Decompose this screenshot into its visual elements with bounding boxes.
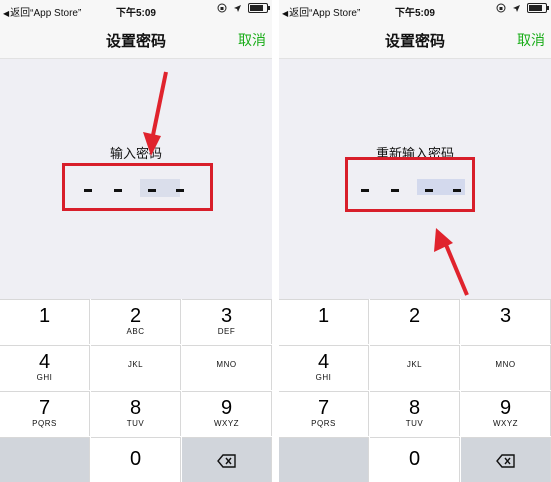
- status-icons: [493, 3, 549, 17]
- key-letters: TUV: [405, 419, 424, 428]
- key-8[interactable]: 8 TUV: [370, 391, 460, 436]
- key-digit: 2: [408, 305, 421, 327]
- key-digit: 0: [408, 448, 421, 470]
- key-blank: [279, 437, 369, 482]
- navigation-bar: 设置密码 取消: [0, 20, 272, 59]
- location-arrow-icon: [513, 4, 521, 12]
- key-letters: MNO: [495, 360, 516, 369]
- rotation-lock-icon: [496, 3, 506, 13]
- highlight-box: [345, 157, 475, 212]
- passcode-prompt: 输入密码: [109, 146, 162, 161]
- key-9[interactable]: 9 WXYZ: [182, 391, 272, 436]
- key-5[interactable]: JKL: [370, 345, 460, 390]
- highlight-box: [62, 163, 213, 211]
- key-digit: 7: [38, 397, 51, 419]
- key-letters: PQRS: [311, 419, 336, 428]
- passcode-area: 输入密码: [0, 59, 272, 299]
- key-letters: JKL: [127, 360, 144, 369]
- passcode-area: 重新输入密码: [279, 59, 551, 299]
- status-bar: ◀返回“App Store” 下午5:09: [279, 0, 551, 20]
- key-2[interactable]: 2: [370, 299, 460, 344]
- key-7[interactable]: 7 PQRS: [279, 391, 369, 436]
- key-digit: 2: [129, 305, 142, 327]
- key-letters: WXYZ: [213, 419, 240, 428]
- key-letters: TUV: [126, 419, 145, 428]
- key-digit: 9: [499, 397, 512, 419]
- key-digit: 3: [220, 305, 233, 327]
- key-3[interactable]: 3 DEF: [182, 299, 272, 344]
- key-1[interactable]: 1: [0, 299, 90, 344]
- key-blank: [0, 437, 90, 482]
- key-digit: 0: [129, 448, 142, 470]
- key-digit: 4: [38, 351, 51, 373]
- delete-button[interactable]: [182, 437, 272, 482]
- key-letters: GHI: [36, 373, 53, 382]
- key-letters: ABC: [126, 327, 145, 336]
- key-2[interactable]: 2 ABC: [91, 299, 181, 344]
- navigation-bar: 设置密码 取消: [279, 20, 551, 59]
- status-icons: [214, 3, 270, 17]
- key-9[interactable]: 9 WXYZ: [461, 391, 551, 436]
- numeric-keypad: 1 2 3 4 GHI JKL MNO 7 PQRS 8 TUV 9 WXYZ 0: [279, 299, 551, 482]
- key-digit: 1: [38, 305, 51, 327]
- page-title: 设置密码: [384, 33, 445, 50]
- delete-button[interactable]: [461, 437, 551, 482]
- key-digit: 8: [408, 397, 421, 419]
- key-7[interactable]: 7 PQRS: [0, 391, 90, 436]
- location-arrow-icon: [234, 4, 242, 12]
- battery-icon: [527, 3, 549, 14]
- key-digit: 9: [220, 397, 233, 419]
- key-5[interactable]: JKL: [91, 345, 181, 390]
- key-letters: MNO: [216, 360, 237, 369]
- key-0[interactable]: 0: [91, 437, 181, 482]
- key-letters: JKL: [406, 360, 423, 369]
- key-4[interactable]: 4 GHI: [279, 345, 369, 390]
- key-1[interactable]: 1: [279, 299, 369, 344]
- page-title: 设置密码: [105, 33, 166, 50]
- cancel-button[interactable]: 取消: [238, 30, 266, 50]
- backspace-icon: [217, 454, 236, 468]
- key-letters: GHI: [315, 373, 332, 382]
- key-digit: 1: [317, 305, 330, 327]
- status-bar: ◀返回“App Store” 下午5:09: [0, 0, 272, 20]
- key-8[interactable]: 8 TUV: [91, 391, 181, 436]
- key-digit: 8: [129, 397, 142, 419]
- backspace-icon: [496, 454, 515, 468]
- key-letters: DEF: [217, 327, 236, 336]
- key-4[interactable]: 4 GHI: [0, 345, 90, 390]
- key-digit: 3: [499, 305, 512, 327]
- rotation-lock-icon: [217, 3, 227, 13]
- key-6[interactable]: MNO: [182, 345, 272, 390]
- key-6[interactable]: MNO: [461, 345, 551, 390]
- key-digit: 4: [317, 351, 330, 373]
- phone-screen-right: ◀返回“App Store” 下午5:09 设置密码 取消 重新输入密码 1 2…: [279, 0, 551, 482]
- key-letters: PQRS: [32, 419, 57, 428]
- cancel-button[interactable]: 取消: [517, 30, 545, 50]
- battery-icon: [248, 3, 270, 14]
- phone-screen-left: ◀返回“App Store” 下午5:09 设置密码 取消 输入密码 1 2 AB…: [0, 0, 272, 482]
- numeric-keypad: 1 2 ABC 3 DEF 4 GHI JKL MNO 7 PQRS 8 TUV 9 WXY…: [0, 299, 272, 482]
- key-letters: WXYZ: [492, 419, 519, 428]
- key-3[interactable]: 3: [461, 299, 551, 344]
- key-0[interactable]: 0: [370, 437, 460, 482]
- key-digit: 7: [317, 397, 330, 419]
